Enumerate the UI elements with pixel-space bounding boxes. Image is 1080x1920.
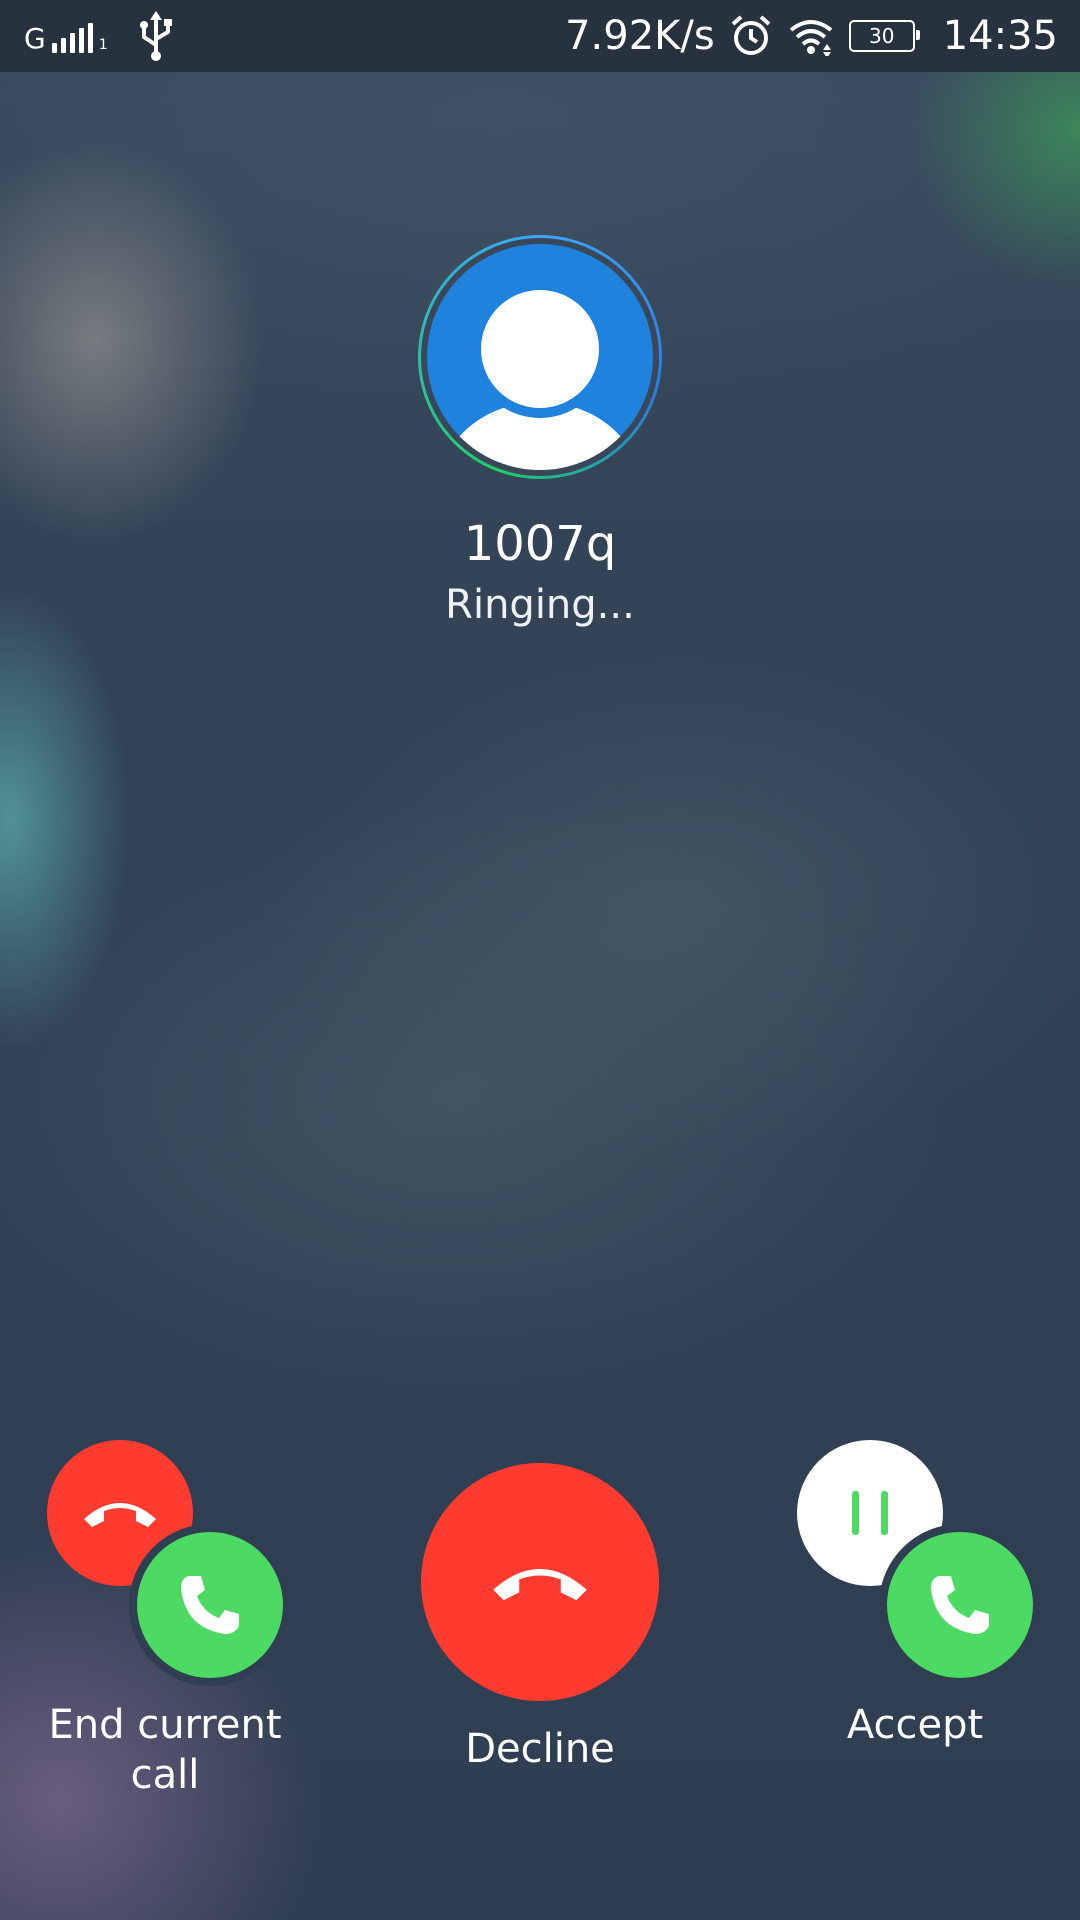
decline-label: Decline [465,1726,615,1772]
signal-icon: G 1 [24,19,108,53]
battery-icon: 30 [848,20,920,52]
battery-level: 30 [868,24,895,48]
caller-avatar [418,235,662,479]
sim-index: 1 [98,37,108,53]
person-icon [427,244,653,470]
wifi-icon [789,20,832,56]
caller-name: 1007q [463,516,617,572]
accept-label: Accept [846,1702,984,1748]
clock: 14:35 [942,13,1058,59]
call-status: Ringing... [445,582,635,628]
alarm-icon [731,15,771,55]
usb-icon [139,11,172,61]
end-current-call-label: End current call [48,1702,282,1798]
phone-icon [887,1532,1033,1678]
status-bar: G 1 7.92K/s 30 14:35 [0,0,1080,72]
phone-icon [137,1532,283,1678]
net-speed: 7.92K/s [565,13,715,59]
network-type: G [24,22,46,55]
hang-up-icon [421,1463,659,1701]
